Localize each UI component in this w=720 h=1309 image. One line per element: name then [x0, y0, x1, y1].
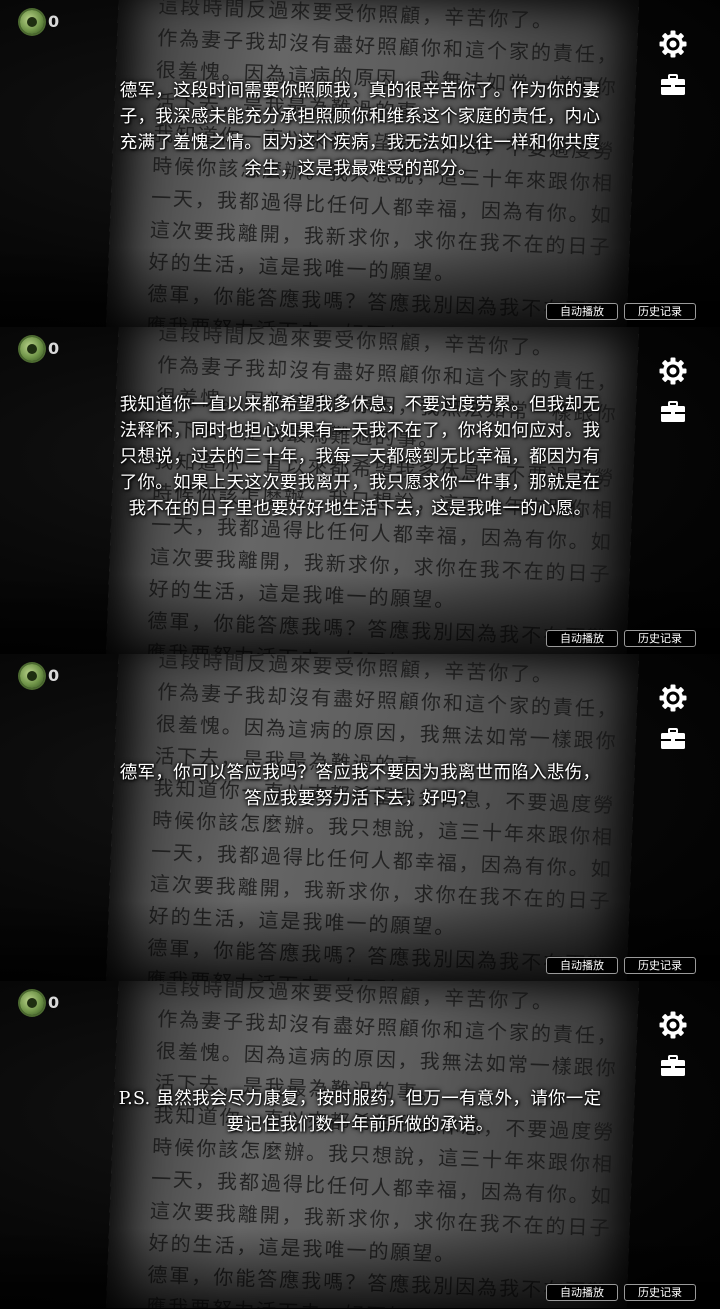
- history-button[interactable]: 历史记录: [624, 957, 696, 974]
- coin-icon: [20, 337, 44, 361]
- dialogue-line: 我不在的日子里也要好好地生活下去，这是我唯一的心愿。: [128, 499, 592, 519]
- coin-icon: [20, 991, 44, 1015]
- auto-play-button[interactable]: 自动播放: [546, 1284, 618, 1301]
- dialogue-line: 子，我深感未能充分承担照顾你和维系这个家庭的责任，内心: [119, 107, 601, 127]
- history-button[interactable]: 历史记录: [624, 1284, 696, 1301]
- dialogue-line: 我知道你一直以来都希望我多休息，不要过度劳累。但我却无: [119, 395, 601, 415]
- toolbox-icon[interactable]: [660, 401, 686, 423]
- coin-icon: [20, 664, 44, 688]
- settings-gear-icon[interactable]: [659, 684, 687, 712]
- dialogue-line: 要记住我们数十年前所做的承诺。: [226, 1115, 494, 1135]
- auto-play-button[interactable]: 自动播放: [546, 630, 618, 647]
- settings-gear-icon[interactable]: [659, 1011, 687, 1039]
- dialogue-line: 充满了羞愧之情。因为这个疾病，我无法如以往一样和你共度: [119, 133, 601, 153]
- toolbox-icon[interactable]: [660, 728, 686, 750]
- coin-icon: [20, 10, 44, 34]
- settings-gear-icon[interactable]: [659, 357, 687, 385]
- coin-count: 0: [48, 666, 60, 685]
- dialogue-line: 德军，你可以答应我吗？答应我不要因为我离世而陷入悲伤，: [119, 763, 601, 783]
- dialogue-line: P.S. 虽然我会尽力康复，按时服药，但万一有意外，请你一定: [118, 1089, 602, 1109]
- coin-count: 0: [48, 339, 60, 358]
- dialogue-text: P.S. 虽然我会尽力康复，按时服药，但万一有意外，请你一定 要记住我们数十年前所…: [100, 1086, 620, 1138]
- dialogue-line: 法释怀，同时也担心如果有一天我不在了，你将如何应对。我: [119, 421, 601, 441]
- coin-count: 0: [48, 993, 60, 1012]
- auto-play-button[interactable]: 自动播放: [546, 303, 618, 320]
- game-frame-3: 這段時間反過來要受你照顧，辛苦你了。 作為妻子我却沒有盡好照顧你和這个家的責任，我…: [0, 654, 720, 981]
- game-frame-4: 這段時間反過來要受你照顧，辛苦你了。 作為妻子我却沒有盡好照顧你和這个家的責任，我…: [0, 981, 720, 1308]
- auto-play-button[interactable]: 自动播放: [546, 957, 618, 974]
- dialogue-text: 德军，你可以答应我吗？答应我不要因为我离世而陷入悲伤， 答应我要努力活下去，好吗？: [100, 760, 620, 812]
- coin-count: 0: [48, 12, 60, 31]
- dialogue-line: 答应我要努力活下去，好吗？: [244, 789, 476, 809]
- settings-gear-icon[interactable]: [659, 30, 687, 58]
- dialogue-line: 余生，这是我最难受的部分。: [244, 159, 476, 179]
- toolbox-icon[interactable]: [660, 1055, 686, 1077]
- dialogue-text: 我知道你一直以来都希望我多休息，不要过度劳累。但我却无 法释怀，同时也担心如果有一…: [100, 392, 620, 522]
- dialogue-line: 只想说，过去的三十年，我每一天都感到无比幸福，都因为有: [119, 447, 601, 467]
- game-frame-1: 這段時間反過來要受你照顧，辛苦你了。 作為妻子我却沒有盡好照顧你和這个家的責任，我…: [0, 0, 720, 327]
- history-button[interactable]: 历史记录: [624, 303, 696, 320]
- dialogue-text: 德军，这段时间需要你照顾我，真的很辛苦你了。作为你的妻 子，我深感未能充分承担照顾…: [100, 78, 620, 182]
- game-frame-2: 這段時間反過來要受你照顧，辛苦你了。 作為妻子我却沒有盡好照顧你和這个家的責任，我…: [0, 327, 720, 654]
- history-button[interactable]: 历史记录: [624, 630, 696, 647]
- toolbox-icon[interactable]: [660, 74, 686, 96]
- dialogue-line: 了你。如果上天这次要我离开，我只愿求你一件事，那就是在: [119, 473, 601, 493]
- dialogue-line: 德军，这段时间需要你照顾我，真的很辛苦你了。作为你的妻: [119, 81, 601, 101]
